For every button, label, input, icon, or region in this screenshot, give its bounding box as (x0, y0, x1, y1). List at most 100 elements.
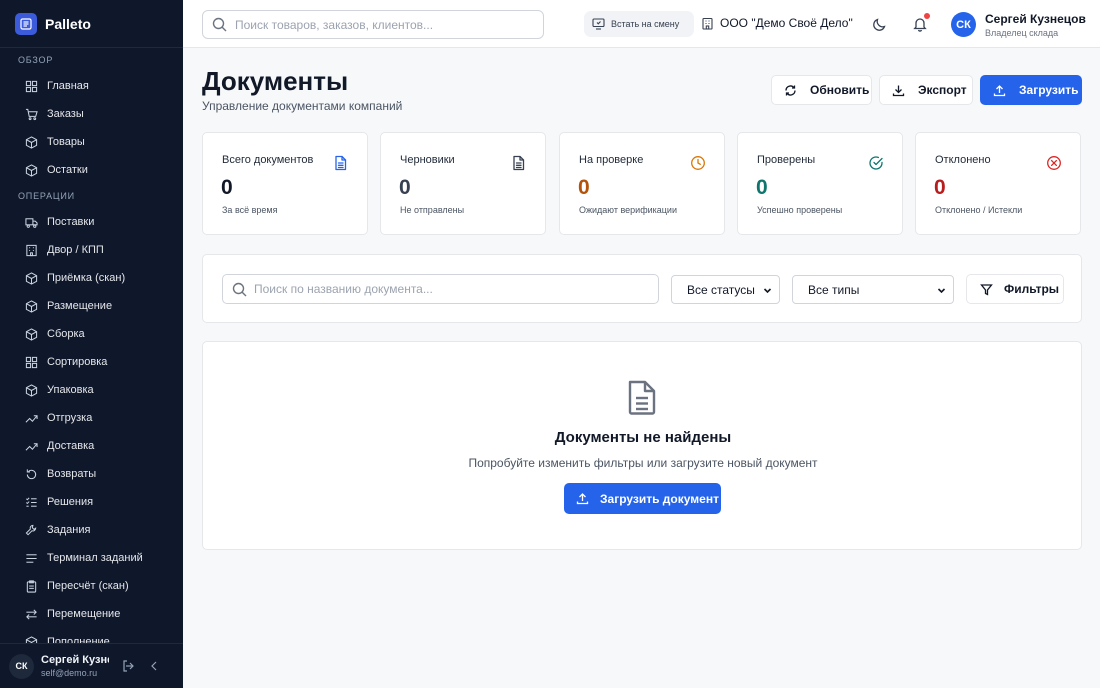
truck-icon (25, 216, 38, 229)
sidebar-item[interactable]: Размещение (0, 292, 183, 320)
logo-icon (15, 12, 37, 35)
list-check-icon (25, 496, 38, 509)
sidebar-item[interactable]: Упаковка (0, 376, 183, 404)
wrench-icon (25, 524, 38, 537)
sidebar-item[interactable]: Сборка (0, 320, 183, 348)
moon-icon[interactable] (872, 17, 887, 32)
sidebar-item[interactable]: Задания (0, 516, 183, 544)
sidebar-item-label: Отгрузка (47, 412, 93, 424)
stat-label: Проверены (757, 154, 816, 166)
notification-badge (924, 13, 930, 19)
sidebar-item[interactable]: Возвраты (0, 460, 183, 488)
user-menu[interactable]: Сергей Кузнецов Владелец склада (985, 12, 1086, 38)
upload-icon (993, 84, 1006, 97)
avatar[interactable]: СК (951, 12, 976, 37)
sidebar-item[interactable]: Отгрузка (0, 404, 183, 432)
user-name: Сергей Кузнецов (985, 12, 1086, 26)
sidebar-item-label: Перемещение (47, 608, 121, 620)
box-icon (25, 299, 38, 313)
sidebar-item[interactable]: Двор / КПП (0, 236, 183, 264)
upload-document-button[interactable]: Загрузить документ (564, 483, 721, 514)
document-search-input[interactable] (254, 282, 644, 296)
sidebar-item[interactable]: Приёмка (скан) (0, 264, 183, 292)
stat-card: Всего документов 0 За всё время (202, 132, 368, 235)
check-circle-icon (868, 155, 884, 171)
company-switcher[interactable]: ООО "Демо Своё Дело" (701, 16, 853, 30)
sidebar-item[interactable]: Товары (0, 128, 183, 156)
logout-icon[interactable] (121, 659, 135, 673)
sidebar-item[interactable]: Пересчёт (скан) (0, 572, 183, 600)
stat-description: Успешно проверены (757, 205, 843, 215)
type-select[interactable]: Все типы (792, 275, 954, 304)
stat-card: Проверены 0 Успешно проверены (737, 132, 903, 235)
search-input[interactable] (235, 17, 515, 32)
stat-description: Отклонено / Истекли (935, 205, 1023, 215)
building-icon (701, 17, 714, 30)
list-icon (25, 552, 38, 565)
grid-icon (25, 356, 38, 369)
sidebar-item[interactable]: Сортировка (0, 348, 183, 376)
sidebar-item[interactable]: Доставка (0, 432, 183, 460)
user-role: Владелец склада (985, 28, 1059, 38)
page-title: Документы (202, 66, 349, 96)
sidebar-item[interactable]: Терминал заданий (0, 544, 183, 572)
stat-label: На проверке (579, 154, 644, 166)
box-icon (25, 271, 38, 285)
trend-up-icon (25, 440, 38, 453)
start-shift-label: Встать на смену (611, 19, 680, 29)
empty-subtitle: Попробуйте изменить фильтры или загрузит… (468, 456, 818, 470)
sidebar-item[interactable]: Решения (0, 488, 183, 516)
global-search[interactable] (202, 10, 544, 39)
sidebar-item[interactable]: Заказы (0, 100, 183, 128)
collapse-sidebar-icon[interactable] (147, 659, 161, 673)
sidebar-item-label: Главная (47, 80, 89, 92)
upload-button[interactable]: Загрузить (980, 75, 1082, 105)
refresh-button[interactable]: Обновить (771, 75, 872, 105)
stat-description: За всё время (222, 205, 278, 215)
stat-card: Отклонено 0 Отклонено / Истекли (915, 132, 1081, 235)
sidebar-item-label: Сортировка (47, 356, 108, 368)
start-shift-button[interactable]: Встать на смену (584, 11, 694, 37)
export-button[interactable]: Экспорт (879, 75, 973, 105)
cart-icon (25, 108, 38, 121)
box-icon (25, 635, 38, 643)
sidebar-item[interactable]: Перемещение (0, 600, 183, 628)
nav-section-title: ОБЗОР (18, 55, 54, 65)
sidebar-item-label: Терминал заданий (47, 552, 143, 564)
building-icon (25, 244, 38, 257)
company-name: ООО "Демо Своё Дело" (720, 16, 853, 30)
arrows-icon (25, 608, 38, 621)
sidebar-item-label: Сборка (47, 328, 85, 340)
empty-state: Документы не найдены Попробуйте изменить… (202, 341, 1082, 550)
stat-value: 0 (221, 176, 233, 199)
box-icon (25, 383, 38, 397)
stat-card: На проверке 0 Ожидают верификации (559, 132, 725, 235)
sidebar-item[interactable]: Остатки (0, 156, 183, 184)
search-icon (232, 282, 247, 297)
x-circle-icon (1046, 155, 1062, 171)
search-icon (212, 17, 227, 32)
box-icon (25, 327, 38, 341)
avatar[interactable]: СК (9, 653, 34, 679)
sidebar-item-label: Заказы (47, 108, 84, 120)
stat-value: 0 (756, 176, 768, 199)
page-subtitle: Управление документами компаний (202, 99, 403, 113)
upload-document-label: Загрузить документ (600, 491, 719, 506)
upload-label: Загрузить (1019, 83, 1079, 97)
sidebar-user[interactable]: СК Сергей Кузнецов self@demo.ru (0, 643, 183, 688)
sidebar-item[interactable]: Поставки (0, 208, 183, 236)
stat-value: 0 (578, 176, 590, 199)
box-icon (25, 135, 38, 149)
filters-label: Фильтры (1004, 282, 1060, 296)
filters-button[interactable]: Фильтры (966, 274, 1064, 304)
status-select[interactable]: Все статусы (671, 275, 780, 304)
nav-section-title: ОПЕРАЦИИ (18, 191, 75, 201)
filter-icon (980, 283, 993, 296)
brand[interactable]: Palleto (0, 0, 183, 48)
sidebar-item[interactable]: Пополнение (0, 628, 183, 643)
sidebar-item[interactable]: Главная (0, 72, 183, 100)
clock-icon (690, 155, 706, 171)
sidebar-item-label: Задания (47, 524, 91, 536)
stat-label: Отклонено (935, 154, 991, 166)
document-search[interactable] (222, 274, 659, 304)
